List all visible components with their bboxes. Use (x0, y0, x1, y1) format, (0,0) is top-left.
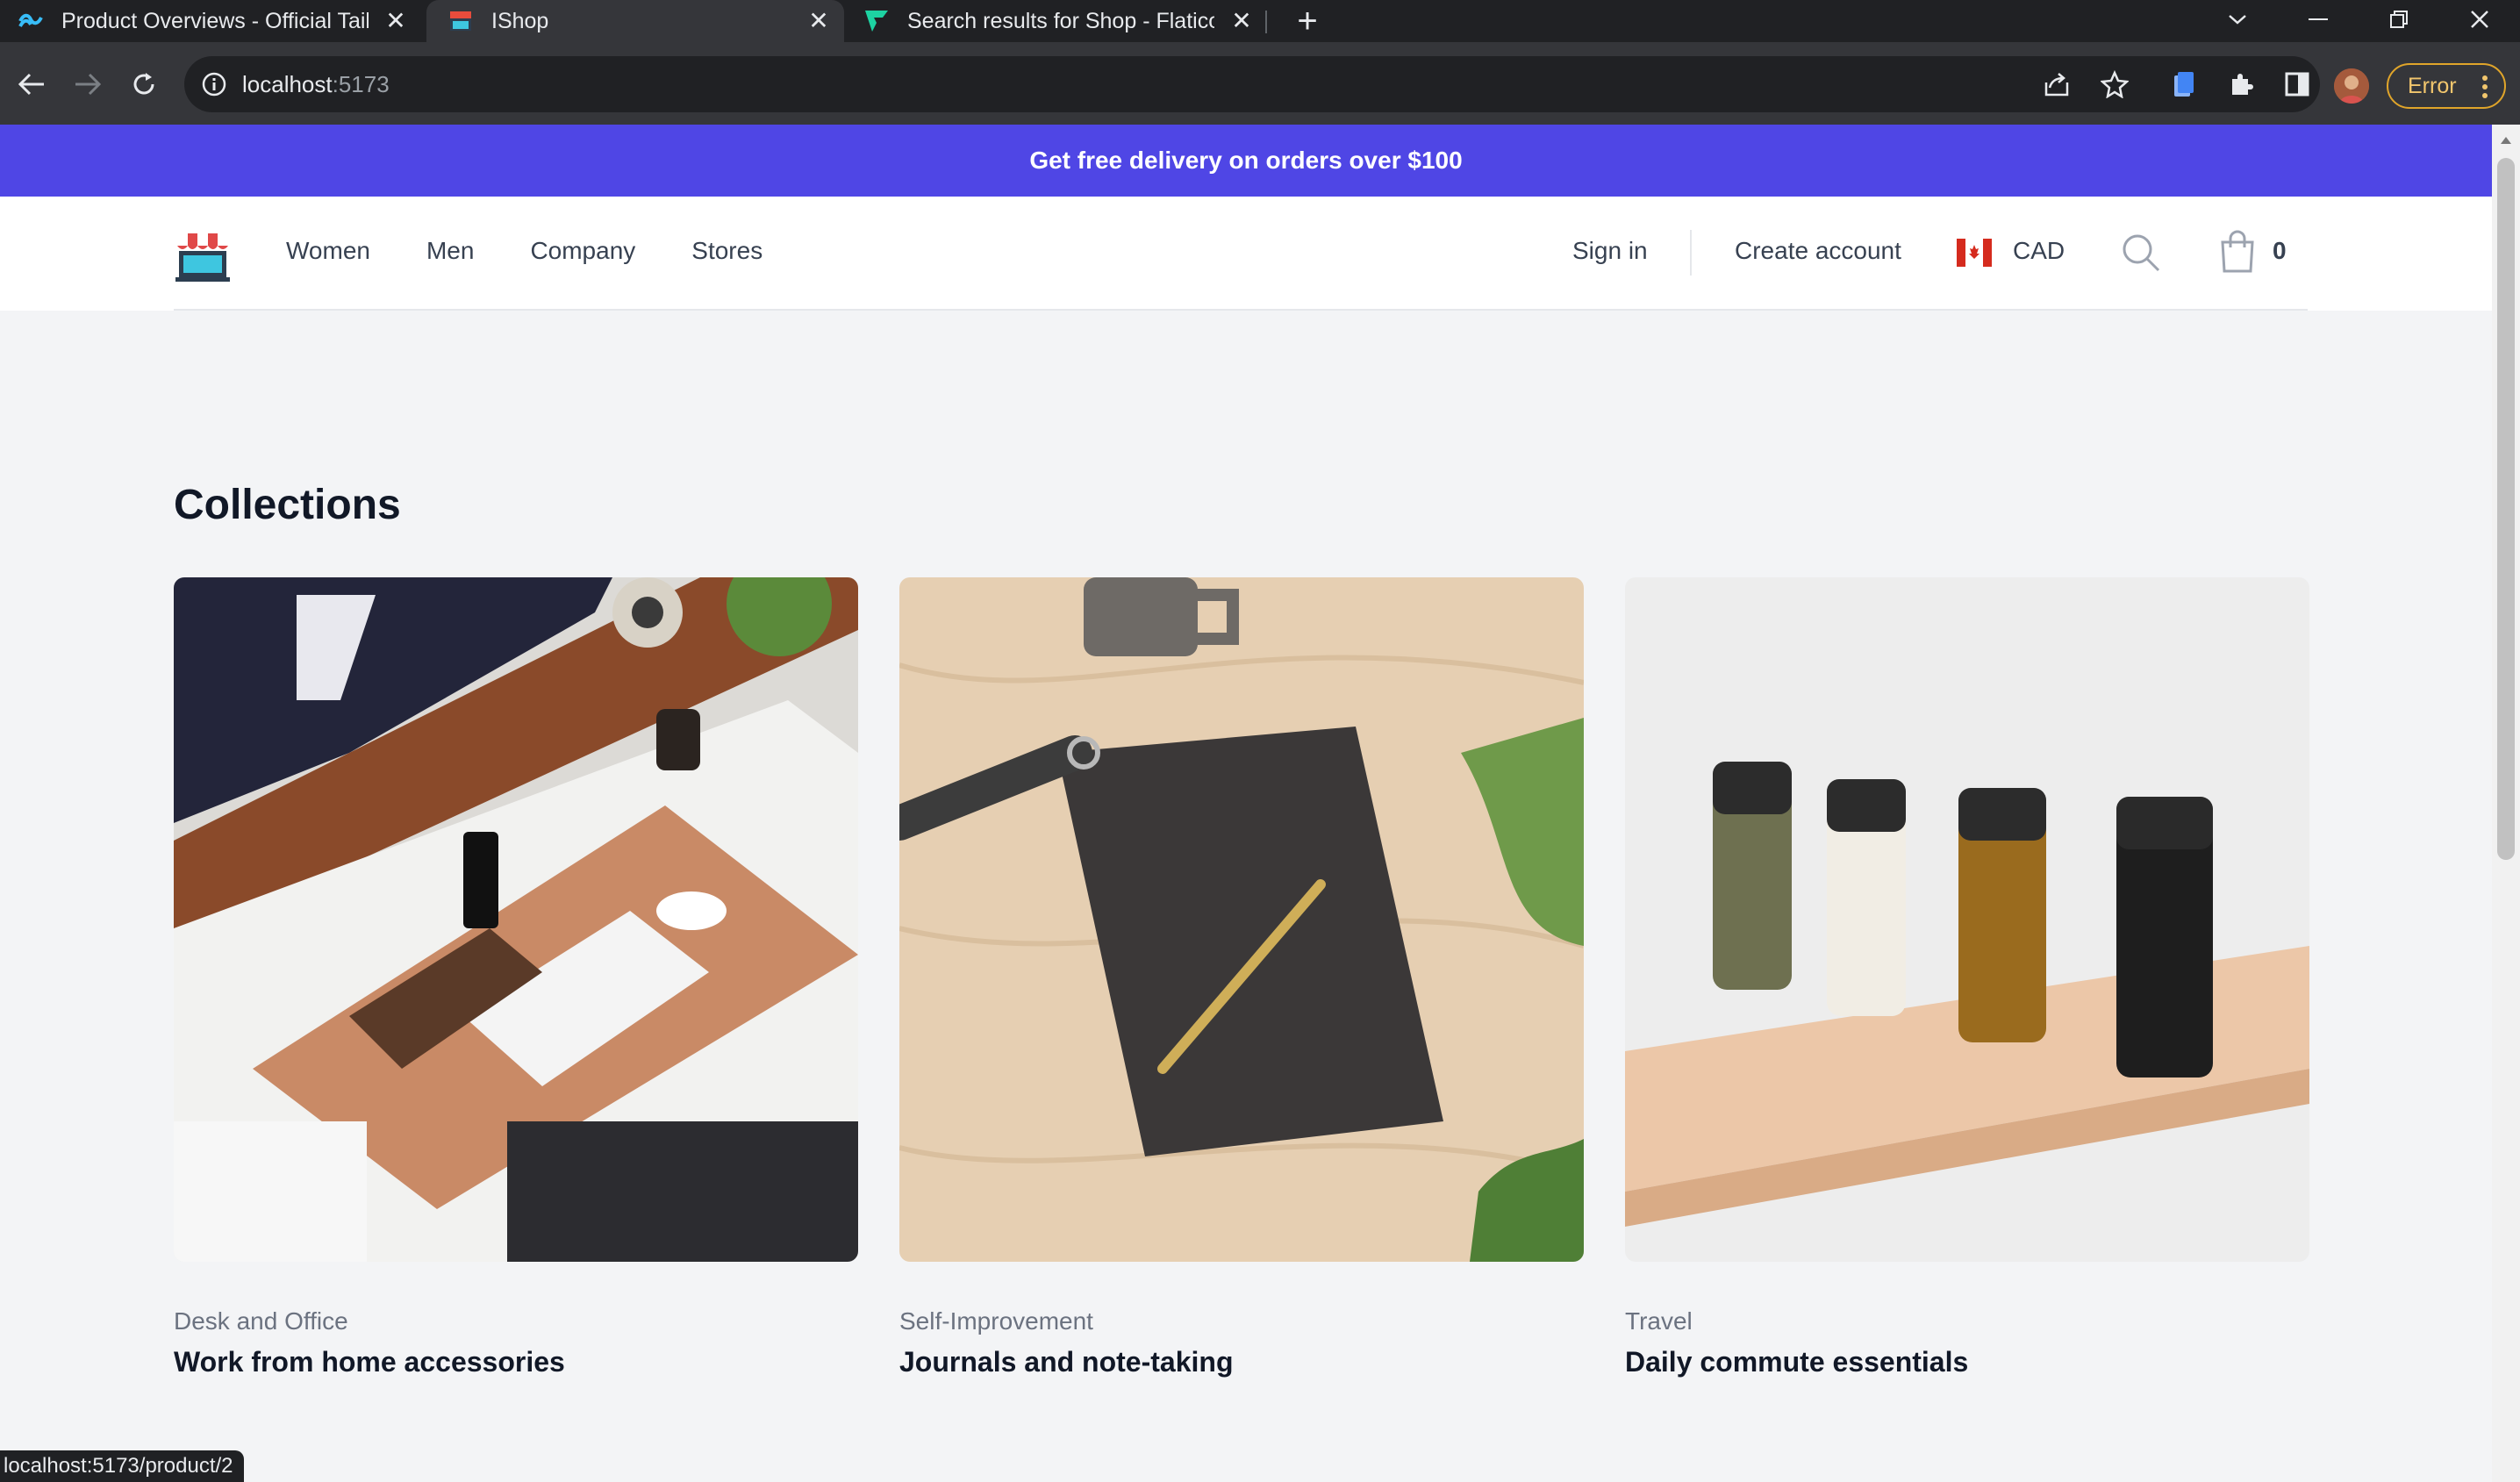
journal-image[interactable] (899, 577, 1584, 1262)
error-label: Error (2408, 73, 2457, 98)
site-header: Women Men Company Stores Sign in Create … (0, 197, 2492, 311)
url-text: localhost:5173 (242, 70, 390, 98)
sign-in-link[interactable]: Sign in (1572, 237, 1648, 265)
nav-stores[interactable]: Stores (691, 237, 762, 265)
promo-text: Get free delivery on orders over $100 (1029, 147, 1463, 174)
collection-name[interactable]: Daily commute essentials (1625, 1346, 2309, 1378)
cart-count: 0 (2273, 237, 2287, 264)
minimize-icon[interactable] (2292, 0, 2345, 39)
collection-card[interactable]: Desk and Office Work from home accessori… (174, 577, 858, 1378)
url-port: :5173 (332, 71, 390, 97)
desk-office-image[interactable] (174, 577, 858, 1262)
currency-selector[interactable]: CAD (2013, 237, 2065, 265)
close-window-icon[interactable] (2453, 0, 2506, 39)
shop-icon (447, 8, 474, 34)
share-icon[interactable] (2041, 68, 2073, 100)
restore-icon[interactable] (2373, 0, 2425, 39)
profile-error-button[interactable]: Error (2387, 63, 2506, 109)
browser-tab[interactable]: Search results for Shop - Flaticon ✕ (863, 0, 1267, 42)
browser-tab-strip: Product Overviews - Official Tailw ✕ ISh… (0, 0, 2520, 42)
collection-category: Travel (1625, 1307, 1693, 1335)
bookmark-star-icon[interactable] (2099, 68, 2130, 100)
search-icon[interactable] (2120, 232, 2162, 274)
close-tab-icon[interactable]: ✕ (805, 8, 832, 34)
canada-flag-icon[interactable] (1957, 239, 1992, 267)
forward-arrow-icon[interactable] (68, 65, 107, 104)
collection-name[interactable]: Journals and note-taking (899, 1346, 1584, 1378)
promo-banner: Get free delivery on orders over $100 (0, 125, 2492, 197)
tab-title: IShop (491, 8, 549, 33)
collection-name[interactable]: Work from home accessories (174, 1346, 858, 1378)
page-viewport: Get free delivery on orders over $100 Wo… (0, 125, 2492, 1482)
collection-card[interactable]: Self-Improvement Journals and note-takin… (899, 577, 1584, 1378)
side-panel-icon[interactable] (2281, 68, 2313, 100)
close-tab-icon[interactable]: ✕ (1228, 8, 1255, 34)
scrollbar-thumb[interactable] (2497, 158, 2515, 860)
site-info-icon[interactable] (200, 70, 228, 98)
url-host: localhost (242, 71, 333, 97)
tab-title: Product Overviews - Official Tailw (61, 8, 369, 33)
more-vertical-icon (2481, 74, 2488, 106)
nav-women[interactable]: Women (286, 237, 370, 265)
profile-avatar[interactable] (2334, 68, 2369, 104)
collection-category: Desk and Office (174, 1307, 348, 1335)
shopping-bag-icon[interactable] (2218, 230, 2257, 274)
create-account-link[interactable]: Create account (1735, 237, 1901, 265)
store-logo-icon[interactable] (174, 230, 232, 283)
new-tab-button[interactable]: + (1290, 4, 1325, 39)
status-bar-url: localhost:5173/product/2 (0, 1450, 244, 1482)
collection-category: Self-Improvement (899, 1307, 1093, 1335)
extensions-puzzle-icon[interactable] (2225, 68, 2257, 100)
main-nav: Women Men Company Stores (286, 237, 819, 265)
address-bar[interactable]: localhost:5173 (184, 56, 2320, 112)
header-rule (174, 309, 2308, 311)
reload-icon[interactable] (125, 65, 163, 104)
collection-card[interactable]: Travel Daily commute essentials (1625, 577, 2309, 1378)
page-scrollbar[interactable] (2492, 125, 2520, 1482)
tailwind-icon (18, 8, 44, 34)
close-tab-icon[interactable]: ✕ (383, 8, 409, 34)
nav-men[interactable]: Men (426, 237, 474, 265)
flaticon-icon (863, 8, 890, 34)
browser-toolbar: localhost:5173 Error (0, 42, 2520, 125)
browser-tab-active[interactable]: IShop ✕ (426, 0, 844, 42)
extension-app-icon[interactable] (2167, 68, 2199, 100)
scroll-up-arrow-icon[interactable] (2501, 137, 2511, 144)
tab-search-chevron-icon[interactable] (2211, 0, 2264, 39)
nav-company[interactable]: Company (530, 237, 635, 265)
tab-separator (1265, 11, 1267, 33)
travel-bottles-image[interactable] (1625, 577, 2309, 1262)
browser-tab[interactable]: Product Overviews - Official Tailw ✕ (18, 0, 421, 42)
collections-heading: Collections (174, 482, 401, 528)
header-divider (1690, 230, 1692, 276)
tab-title: Search results for Shop - Flaticon (907, 8, 1214, 33)
back-arrow-icon[interactable] (12, 65, 51, 104)
